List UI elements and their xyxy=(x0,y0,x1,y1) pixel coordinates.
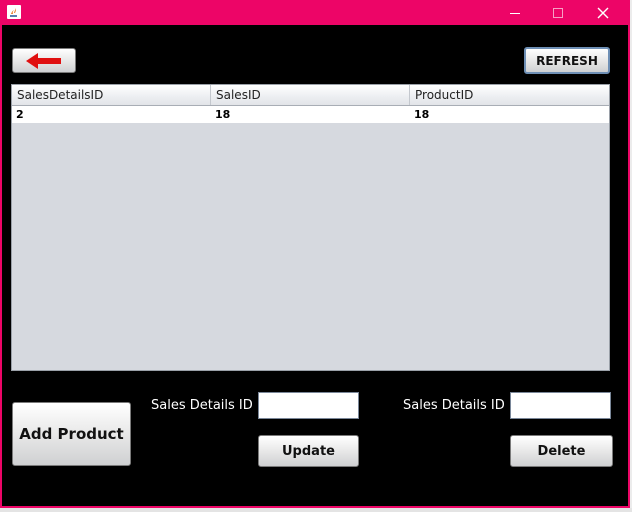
minimize-button[interactable] xyxy=(495,0,535,25)
delete-sales-details-id-field[interactable] xyxy=(510,392,611,419)
main-panel: REFRESH SalesDetailsID SalesID ProductID… xyxy=(2,25,628,506)
red-left-arrow-icon xyxy=(26,52,61,69)
sales-details-table[interactable]: SalesDetailsID SalesID ProductID 2 18 18 xyxy=(11,84,610,371)
close-button[interactable] xyxy=(583,0,623,25)
delete-sales-details-id-label: Sales Details ID xyxy=(403,398,505,413)
column-header-salesid[interactable]: SalesID xyxy=(211,85,410,105)
delete-button[interactable]: Delete xyxy=(510,435,613,467)
cell-productid[interactable]: 18 xyxy=(410,106,609,123)
column-header-productid[interactable]: ProductID xyxy=(410,85,609,105)
maximize-button[interactable] xyxy=(538,0,578,25)
close-icon xyxy=(597,7,609,18)
table-row[interactable]: 2 18 18 xyxy=(12,106,609,123)
maximize-icon xyxy=(553,7,563,18)
table-header: SalesDetailsID SalesID ProductID xyxy=(12,85,609,106)
app-window: REFRESH SalesDetailsID SalesID ProductID… xyxy=(0,0,630,508)
minimize-icon xyxy=(510,12,520,14)
cell-salesid[interactable]: 18 xyxy=(211,106,410,123)
cell-salesdetailsid[interactable]: 2 xyxy=(12,106,211,123)
java-app-icon xyxy=(7,5,21,19)
column-header-salesdetailsid[interactable]: SalesDetailsID xyxy=(12,85,211,105)
update-button[interactable]: Update xyxy=(258,435,359,467)
title-bar xyxy=(0,0,630,25)
refresh-button[interactable]: REFRESH xyxy=(524,47,610,74)
back-button[interactable] xyxy=(12,48,76,73)
update-sales-details-id-label: Sales Details ID xyxy=(151,398,253,413)
add-product-button[interactable]: Add Product xyxy=(12,402,131,466)
background-window-edge-bottom xyxy=(0,508,632,512)
update-sales-details-id-field[interactable] xyxy=(258,392,359,419)
